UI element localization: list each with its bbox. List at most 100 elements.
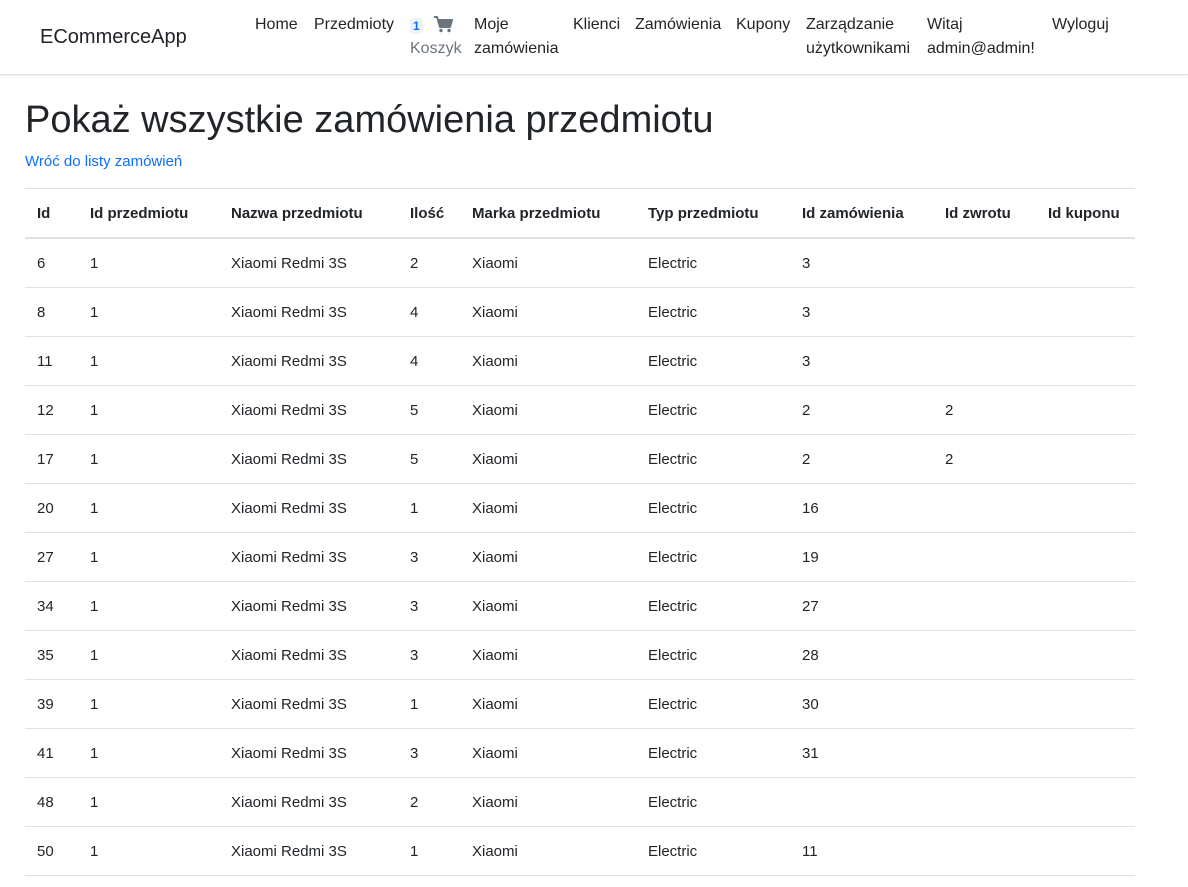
cell-item-type: Electric <box>636 483 790 533</box>
cell-quantity: 3 <box>398 532 460 582</box>
nav-user-management-line-2: użytkownikami <box>806 40 911 57</box>
cell-order-id: 19 <box>790 532 933 582</box>
cell-item-brand: Xiaomi <box>460 238 636 288</box>
cell-quantity: 3 <box>398 630 460 680</box>
nav-my-orders[interactable]: Moje zamówienia <box>474 13 558 61</box>
table-row: 34 1 Xiaomi Redmi 3S 3 Xiaomi Electric 27 <box>25 581 1135 631</box>
column-header-id: Id <box>25 188 78 239</box>
cell-id: 35 <box>25 630 78 680</box>
nav-user-management[interactable]: Zarządzanie użytkownikami <box>806 13 910 61</box>
cell-item-brand: Xiaomi <box>460 728 636 778</box>
cell-coupon-id <box>1036 728 1135 778</box>
column-header-item-id: Id przedmiotu <box>78 188 219 239</box>
nav-items[interactable]: Przedmioty <box>314 13 394 37</box>
cell-item-brand: Xiaomi <box>460 826 636 876</box>
cell-item-name: Xiaomi Redmi 3S <box>219 385 398 435</box>
cell-item-id: 1 <box>78 434 219 484</box>
nav-customers[interactable]: Klienci <box>573 13 620 37</box>
cell-item-name: Xiaomi Redmi 3S <box>219 532 398 582</box>
cell-refund-id <box>933 483 1036 533</box>
cell-refund-id <box>933 287 1036 337</box>
table-row: 48 1 Xiaomi Redmi 3S 2 Xiaomi Electric <box>25 777 1135 827</box>
cell-order-id: 3 <box>790 238 933 288</box>
nav-logout[interactable]: Wyloguj <box>1052 13 1109 37</box>
cell-coupon-id <box>1036 532 1135 582</box>
back-to-orders-link[interactable]: Wróć do listy zamówień <box>25 151 182 173</box>
brand-link[interactable]: ECommerceApp <box>40 26 187 49</box>
cell-id: 8 <box>25 287 78 337</box>
cell-quantity: 5 <box>398 385 460 435</box>
cell-item-id: 1 <box>78 679 219 729</box>
table-row: 27 1 Xiaomi Redmi 3S 3 Xiaomi Electric 19 <box>25 532 1135 582</box>
cell-coupon-id <box>1036 434 1135 484</box>
cell-item-id: 1 <box>78 238 219 288</box>
cell-refund-id <box>933 679 1036 729</box>
cell-coupon-id <box>1036 679 1135 729</box>
table-row: 6 1 Xiaomi Redmi 3S 2 Xiaomi Electric 3 <box>25 238 1135 288</box>
cell-item-brand: Xiaomi <box>460 434 636 484</box>
cell-refund-id <box>933 581 1036 631</box>
cell-order-id: 3 <box>790 336 933 386</box>
cell-item-name: Xiaomi Redmi 3S <box>219 777 398 827</box>
cell-item-id: 1 <box>78 385 219 435</box>
cell-item-type: Electric <box>636 287 790 337</box>
column-header-item-name: Nazwa przedmiotu <box>219 188 398 239</box>
cell-item-brand: Xiaomi <box>460 630 636 680</box>
cell-id: 48 <box>25 777 78 827</box>
cell-id: 6 <box>25 238 78 288</box>
table-row: 35 1 Xiaomi Redmi 3S 3 Xiaomi Electric 28 <box>25 630 1135 680</box>
cell-quantity: 3 <box>398 581 460 631</box>
cell-id: 17 <box>25 434 78 484</box>
cell-item-name: Xiaomi Redmi 3S <box>219 581 398 631</box>
cell-coupon-id <box>1036 630 1135 680</box>
cell-item-name: Xiaomi Redmi 3S <box>219 483 398 533</box>
cell-id: 27 <box>25 532 78 582</box>
column-header-order-id: Id zamówienia <box>790 188 933 239</box>
cell-item-id: 1 <box>78 287 219 337</box>
nav-cart[interactable]: 1 Koszyk <box>407 13 463 63</box>
order-items-table: Id Id przedmiotu Nazwa przedmiotu Ilość Mark… <box>25 188 1135 876</box>
cell-coupon-id <box>1036 483 1135 533</box>
table-body: 6 1 Xiaomi Redmi 3S 2 Xiaomi Electric 3 8 1 Xiaom… <box>25 238 1135 876</box>
cell-item-name: Xiaomi Redmi 3S <box>219 728 398 778</box>
cell-item-name: Xiaomi Redmi 3S <box>219 434 398 484</box>
table-row: 50 1 Xiaomi Redmi 3S 1 Xiaomi Electric 11 <box>25 826 1135 876</box>
cell-coupon-id <box>1036 238 1135 288</box>
cell-id: 12 <box>25 385 78 435</box>
cell-item-name: Xiaomi Redmi 3S <box>219 630 398 680</box>
cell-item-type: Electric <box>636 336 790 386</box>
cell-item-type: Electric <box>636 581 790 631</box>
cell-item-brand: Xiaomi <box>460 679 636 729</box>
cell-id: 50 <box>25 826 78 876</box>
cell-item-brand: Xiaomi <box>460 287 636 337</box>
nav-user-management-line-1: Zarządzanie <box>806 16 895 33</box>
nav-coupons[interactable]: Kupony <box>736 13 790 37</box>
cell-order-id: 11 <box>790 826 933 876</box>
cell-id: 34 <box>25 581 78 631</box>
column-header-quantity: Ilość <box>398 188 460 239</box>
nav-home[interactable]: Home <box>255 13 298 37</box>
cell-refund-id <box>933 777 1036 827</box>
cell-order-id: 31 <box>790 728 933 778</box>
column-header-item-type: Typ przedmiotu <box>636 188 790 239</box>
cell-item-brand: Xiaomi <box>460 336 636 386</box>
nav-greeting-line-1: Witaj <box>927 16 963 33</box>
cell-item-name: Xiaomi Redmi 3S <box>219 287 398 337</box>
cell-quantity: 1 <box>398 826 460 876</box>
cell-coupon-id <box>1036 777 1135 827</box>
cell-item-id: 1 <box>78 777 219 827</box>
cell-item-id: 1 <box>78 728 219 778</box>
cell-refund-id: 2 <box>933 385 1036 435</box>
cell-item-type: Electric <box>636 385 790 435</box>
cell-quantity: 2 <box>398 238 460 288</box>
table-row: 41 1 Xiaomi Redmi 3S 3 Xiaomi Electric 31 <box>25 728 1135 778</box>
cell-item-type: Electric <box>636 679 790 729</box>
table-row: 8 1 Xiaomi Redmi 3S 4 Xiaomi Electric 3 <box>25 287 1135 337</box>
cell-item-brand: Xiaomi <box>460 777 636 827</box>
nav-orders[interactable]: Zamówienia <box>635 13 721 37</box>
table-row: 39 1 Xiaomi Redmi 3S 1 Xiaomi Electric 30 <box>25 679 1135 729</box>
cell-order-id: 2 <box>790 385 933 435</box>
column-header-coupon-id: Id kuponu <box>1036 188 1135 239</box>
nav-greeting[interactable]: Witaj admin@admin! <box>927 13 1035 61</box>
cell-refund-id <box>933 336 1036 386</box>
